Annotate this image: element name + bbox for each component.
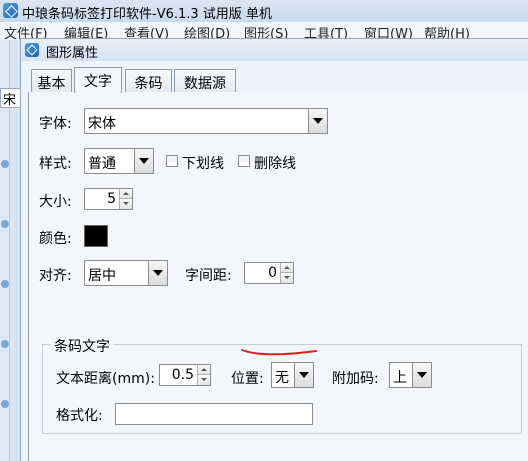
- main-window-title: 中琅条码标签打印软件-V6.1.3 试用版 单机: [22, 7, 272, 22]
- spin-down-icon[interactable]: [119, 199, 132, 209]
- font-label: 字体:: [39, 116, 72, 132]
- size-label: 大小:: [39, 194, 72, 210]
- format-input[interactable]: [115, 403, 313, 425]
- tab-datasource[interactable]: 数据源: [174, 69, 236, 92]
- shape-properties-dialog: 图形属性 基本 文字 条码 数据源 字体: 宋体 样式: 普通 下划线 删除线 …: [20, 38, 528, 461]
- addon-select[interactable]: 上: [389, 362, 432, 388]
- main-window-titlebar: 中琅条码标签打印软件-V6.1.3 试用版 单机: [0, 0, 528, 22]
- style-label: 样式:: [39, 156, 72, 172]
- spacing-label: 字间距:: [185, 268, 232, 284]
- toolbar-tool-icon[interactable]: [1, 400, 9, 408]
- app-icon: [3, 3, 18, 18]
- text-distance-label: 文本距离(mm):: [56, 371, 155, 387]
- position-select-value: 无: [275, 370, 289, 386]
- format-label: 格式化:: [56, 408, 103, 424]
- chevron-down-icon[interactable]: [294, 363, 313, 387]
- spin-down-icon[interactable]: [197, 375, 210, 385]
- spin-up-icon[interactable]: [280, 263, 293, 273]
- main-font-box[interactable]: 宋: [0, 88, 22, 108]
- dialog-titlebar[interactable]: 图形属性: [21, 39, 528, 61]
- underline-label: 下划线: [182, 156, 224, 172]
- color-label: 颜色:: [39, 231, 72, 247]
- dialog-title: 图形属性: [46, 46, 99, 61]
- align-select-value: 居中: [88, 268, 116, 284]
- tab-text[interactable]: 文字: [74, 67, 122, 93]
- chevron-down-icon[interactable]: [134, 149, 153, 173]
- chevron-down-icon[interactable]: [148, 261, 167, 285]
- red-underline-annotation: [241, 349, 317, 356]
- addon-label: 附加码:: [332, 371, 379, 387]
- dialog-icon: [25, 43, 39, 57]
- style-select-value: 普通: [88, 156, 116, 172]
- spacing-spinner[interactable]: 0: [244, 262, 294, 284]
- tab-barcode[interactable]: 条码: [125, 69, 172, 92]
- style-select[interactable]: 普通: [84, 148, 154, 174]
- position-label: 位置:: [231, 371, 264, 387]
- chevron-down-icon[interactable]: [308, 109, 327, 133]
- tab-basic[interactable]: 基本: [31, 69, 72, 92]
- spin-up-icon[interactable]: [119, 189, 132, 199]
- font-select[interactable]: 宋体: [84, 108, 328, 134]
- align-select[interactable]: 居中: [84, 260, 168, 286]
- spin-down-icon[interactable]: [280, 273, 293, 283]
- size-spinner[interactable]: 5: [84, 188, 133, 210]
- spin-up-icon[interactable]: [197, 365, 210, 375]
- color-swatch[interactable]: [84, 225, 108, 247]
- spacing-value: 0: [268, 265, 277, 281]
- toolbar-tool-icon[interactable]: [1, 280, 9, 288]
- position-select[interactable]: 无: [271, 362, 314, 388]
- strikethrough-label: 删除线: [254, 156, 296, 172]
- dialog-tabs: 基本 文字 条码 数据源: [28, 67, 528, 93]
- text-distance-value: 0.5: [171, 367, 194, 383]
- underline-checkbox[interactable]: [166, 155, 178, 167]
- toolbar-tool-icon[interactable]: [1, 220, 9, 228]
- chevron-down-icon[interactable]: [412, 363, 431, 387]
- align-label: 对齐:: [39, 268, 72, 284]
- barcode-text-group-title: 条码文字: [51, 336, 113, 356]
- text-tab-panel: 字体: 宋体 样式: 普通 下划线 删除线 大小: 5 颜色: 对齐: 居中 字…: [28, 92, 528, 461]
- addon-select-value: 上: [393, 370, 407, 386]
- toolbar-tool-icon[interactable]: [1, 340, 9, 348]
- size-value: 5: [107, 191, 116, 207]
- strikethrough-checkbox[interactable]: [238, 155, 250, 167]
- font-select-value: 宋体: [88, 116, 116, 132]
- text-distance-spinner[interactable]: 0.5: [159, 364, 211, 386]
- toolbar-tool-icon[interactable]: [1, 160, 9, 168]
